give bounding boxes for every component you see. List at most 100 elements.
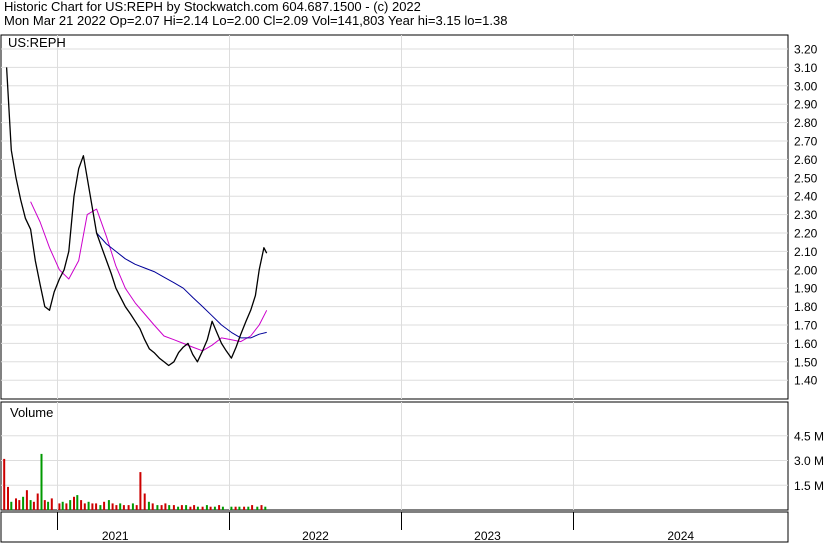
price-y-tick-label: 1.80	[794, 300, 818, 314]
price-y-tick-label: 1.60	[794, 337, 818, 351]
volume-bar	[107, 500, 110, 510]
volume-bar	[147, 501, 150, 511]
volume-bar	[172, 505, 175, 510]
price-y-tick-label: 2.20	[794, 227, 818, 241]
price-y-ticks: 3.20 3.10 3.00 2.90 2.80 2.70 2.60 2.50 2.40 2.30…	[794, 43, 818, 388]
x-axis: 2021 2022 2023 2024	[0, 511, 789, 543]
volume-bar	[115, 505, 118, 510]
volume-bar	[189, 506, 192, 510]
volume-bar	[47, 501, 50, 511]
volume-bar	[29, 500, 32, 510]
volume-bar	[209, 506, 212, 510]
stock-chart: US:REPH 3.20 3.10 3.00 2.90 2.80 2.70 2.60 2.50…	[0, 34, 824, 543]
volume-bar	[243, 506, 246, 510]
volume-bar	[122, 505, 125, 510]
volume-bar	[160, 505, 163, 510]
volume-bar	[103, 501, 106, 511]
price-y-tick-label: 1.40	[794, 374, 818, 388]
volume-bar	[193, 505, 196, 510]
volume-bar	[180, 505, 183, 510]
volume-bar	[177, 506, 180, 510]
volume-bar	[95, 503, 98, 510]
volume-bar	[127, 505, 130, 510]
volume-bar	[260, 505, 263, 510]
volume-bar	[43, 500, 46, 510]
volume-bar	[238, 506, 241, 510]
volume-bar	[164, 503, 167, 510]
x-tick-label: 2023	[474, 529, 501, 543]
volume-bar	[151, 503, 154, 510]
volume-bar	[22, 496, 25, 510]
price-y-tick-label: 2.60	[794, 153, 818, 167]
volume-y-tick-label: 3.0 M	[794, 454, 824, 468]
volume-bar	[168, 505, 171, 510]
volume-bar	[185, 505, 188, 510]
volume-bar	[58, 503, 61, 510]
volume-bar	[196, 506, 199, 510]
volume-bar	[3, 458, 6, 510]
volume-bar	[218, 505, 221, 510]
volume-bar	[7, 486, 9, 510]
volume-bar	[256, 506, 259, 510]
price-y-tick-label: 3.00	[794, 79, 818, 93]
volume-bar	[264, 506, 267, 510]
price-y-tick-label: 2.80	[794, 116, 818, 130]
volume-bar	[25, 490, 28, 510]
price-y-tick-label: 2.90	[794, 98, 818, 112]
volume-bar	[119, 503, 122, 510]
volume-bar	[251, 505, 254, 510]
volume-bar	[139, 472, 142, 510]
volume-bar	[36, 493, 39, 510]
volume-bar	[111, 503, 114, 510]
price-y-tick-label: 3.10	[794, 61, 818, 75]
x-tick-label: 2021	[102, 529, 129, 543]
volume-bar	[10, 501, 13, 511]
volume-bar	[40, 453, 43, 510]
x-tick-label: 2024	[667, 529, 694, 543]
volume-bar	[201, 506, 204, 510]
volume-bar	[73, 496, 75, 510]
volume-bar	[87, 501, 90, 511]
volume-bar	[247, 506, 250, 510]
volume-bar	[213, 506, 216, 510]
price-y-tick-label: 2.50	[794, 171, 818, 185]
volume-bar	[80, 500, 83, 510]
volume-bar	[15, 498, 17, 510]
volume-bar	[221, 506, 224, 510]
volume-panel: Volume 4.5 M 3.0 M 1.5 M	[0, 401, 824, 511]
price-y-tick-label: 2.40	[794, 190, 818, 204]
volume-bar	[99, 505, 102, 510]
price-plot-frame	[0, 34, 789, 400]
volume-y-tick-label: 1.5 M	[794, 479, 824, 493]
volume-bar	[61, 501, 64, 511]
volume-bar	[50, 498, 53, 510]
price-y-tick-label: 2.00	[794, 263, 818, 277]
price-y-tick-label: 2.30	[794, 208, 818, 222]
price-y-tick-label: 2.70	[794, 135, 818, 149]
volume-bar	[234, 506, 237, 510]
volume-bar	[131, 503, 134, 510]
volume-panel-title: Volume	[10, 405, 53, 420]
volume-bar	[69, 500, 72, 510]
volume-plot-frame	[0, 401, 789, 511]
volume-bar	[205, 505, 208, 510]
volume-bar	[18, 500, 21, 510]
volume-bar	[143, 493, 146, 510]
price-y-tick-label: 1.70	[794, 319, 818, 333]
price-y-tick-label: 1.50	[794, 355, 818, 369]
price-panel: US:REPH 3.20 3.10 3.00 2.90 2.80 2.70 2.60 2.50…	[0, 34, 818, 400]
volume-bar	[83, 503, 86, 510]
volume-bar	[91, 503, 94, 510]
volume-bar	[32, 501, 35, 511]
volume-y-ticks: 4.5 M 3.0 M 1.5 M	[794, 429, 824, 493]
x-tick-label: 2022	[302, 529, 329, 543]
volume-bar	[135, 505, 138, 510]
price-y-tick-label: 1.90	[794, 282, 818, 296]
volume-bar	[76, 495, 79, 510]
price-y-tick-label: 2.10	[794, 245, 818, 259]
volume-y-tick-label: 4.5 M	[794, 429, 824, 443]
volume-bar	[65, 503, 68, 510]
volume-bar	[156, 505, 159, 510]
price-panel-title: US:REPH	[8, 35, 66, 50]
volume-bar	[230, 506, 233, 510]
